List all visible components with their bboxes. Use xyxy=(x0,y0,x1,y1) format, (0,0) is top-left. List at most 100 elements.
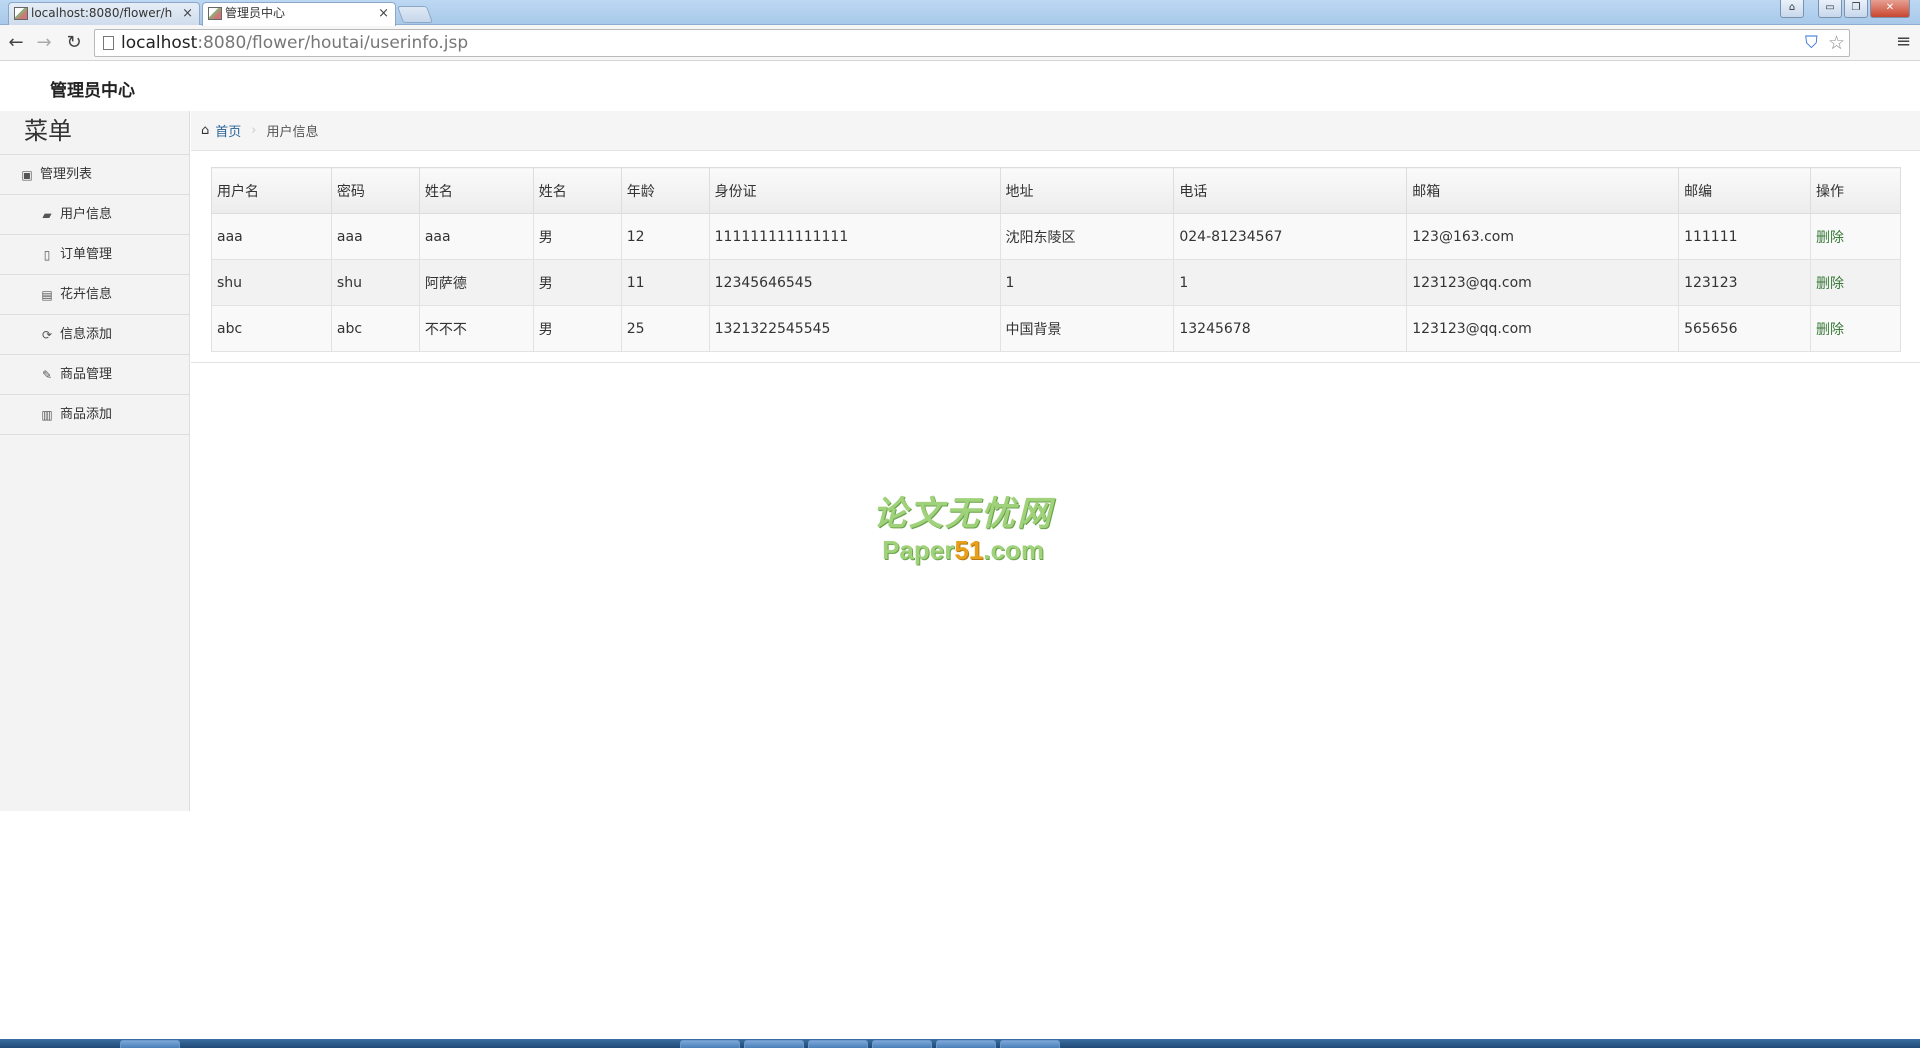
delete-link[interactable]: 删除 xyxy=(1816,230,1844,246)
column-header: 年龄 xyxy=(620,167,710,214)
file-icon: ▯ xyxy=(43,247,51,262)
sidebar: 菜单 ▣ 管理列表 ▰ 用户信息 ▯ 订单管理 ▤ 花卉信息 ⟳ 信息添加 ✎ … xyxy=(0,111,190,811)
table-cell: 阿萨德 xyxy=(418,259,534,306)
close-window-button[interactable]: ✕ xyxy=(1870,0,1910,18)
sidebar-item-order-manage[interactable]: ▯ 订单管理 xyxy=(0,235,189,275)
table-cell: 12 xyxy=(620,213,710,260)
trash-icon: ▥ xyxy=(41,407,53,422)
table-cell: shu xyxy=(211,259,332,306)
taskbar-item[interactable] xyxy=(120,1040,180,1048)
table-cell: 111111111111111 xyxy=(708,213,1001,260)
table-cell: aaa xyxy=(211,213,332,260)
user-profile-icon[interactable]: ⌂ xyxy=(1780,0,1804,18)
tab-title: localhost:8080/flower/h xyxy=(31,6,173,20)
breadcrumb-separator: › xyxy=(251,123,257,138)
sidebar-item-flower-info[interactable]: ▤ 花卉信息 xyxy=(0,275,189,315)
table-cell: 男 xyxy=(532,259,622,306)
table-cell: 123123 xyxy=(1678,259,1811,306)
back-arrow-icon[interactable]: ← xyxy=(4,31,28,55)
table-cell: 男 xyxy=(532,305,622,352)
page-content: 管理员中心 菜单 ▣ 管理列表 ▰ 用户信息 ▯ 订单管理 ▤ 花卉信息 ⟳ 信… xyxy=(0,62,1920,1039)
shield-icon[interactable]: ⛉ xyxy=(1805,33,1823,53)
breadcrumb-home-link[interactable]: 首页 xyxy=(215,121,241,140)
taskbar-item[interactable] xyxy=(744,1040,804,1048)
column-header: 用户名 xyxy=(211,167,332,214)
page-icon xyxy=(103,36,114,50)
user-table-container: 用户名 密码 姓名 姓名 年龄 身份证 地址 电话 邮箱 邮编 操作 aaa a… xyxy=(211,167,1901,352)
column-header: 操作 xyxy=(1810,167,1901,214)
sidebar-section-label: 管理列表 xyxy=(40,166,93,182)
table-cell: 1 xyxy=(1173,259,1408,306)
sidebar-item-label: 用户信息 xyxy=(60,206,113,222)
breadcrumb-current: 用户信息 xyxy=(266,125,319,140)
column-header: 姓名 xyxy=(418,167,534,214)
sidebar-section-manage-list[interactable]: ▣ 管理列表 xyxy=(0,155,189,195)
sidebar-item-info-add[interactable]: ⟳ 信息添加 xyxy=(0,315,189,355)
table-header-row: 用户名 密码 姓名 姓名 年龄 身份证 地址 电话 邮箱 邮编 操作 xyxy=(211,167,1901,214)
users-icon: ▰ xyxy=(42,207,52,222)
browser-menu-icon[interactable]: ≡ xyxy=(1896,33,1912,51)
document-icon: ▤ xyxy=(41,287,53,302)
restore-button[interactable]: ❐ xyxy=(1844,0,1868,18)
sidebar-item-goods-manage[interactable]: ✎ 商品管理 xyxy=(0,355,189,395)
table-cell: 25 xyxy=(620,305,710,352)
sidebar-title: 菜单 xyxy=(0,111,189,155)
watermark-logo: 论文无忧网 Paper51.com xyxy=(858,486,1068,566)
table-row: aaa aaa aaa 男 12 111111111111111 沈阳东陵区 0… xyxy=(211,213,1901,260)
column-header: 姓名 xyxy=(532,167,622,214)
page-favicon-icon xyxy=(14,7,28,20)
table-cell: 不不不 xyxy=(418,305,534,352)
table-cell: 沈阳东陵区 xyxy=(999,213,1175,260)
brand-title[interactable]: 管理员中心 xyxy=(50,76,135,101)
table-cell: 中国背景 xyxy=(999,305,1175,352)
table-row: shu shu 阿萨德 男 11 12345646545 1 1 123123@… xyxy=(211,259,1901,306)
table-cell: abc xyxy=(330,305,420,352)
column-header: 电话 xyxy=(1173,167,1408,214)
table-cell: aaa xyxy=(418,213,534,260)
taskbar-item[interactable] xyxy=(872,1040,932,1048)
sidebar-item-user-info[interactable]: ▰ 用户信息 xyxy=(0,195,189,235)
sidebar-item-label: 花卉信息 xyxy=(60,286,113,302)
table-cell: 11 xyxy=(620,259,710,306)
taskbar-item[interactable] xyxy=(680,1040,740,1048)
table-row: abc abc 不不不 男 25 1321322545545 中国背景 1324… xyxy=(211,305,1901,352)
address-bar[interactable]: localhost:8080/flower/houtai/userinfo.js… xyxy=(94,29,1850,57)
table-cell: 1 xyxy=(999,259,1175,306)
watermark-cn-text: 论文无忧网 xyxy=(873,494,1053,534)
reload-icon[interactable]: ↻ xyxy=(62,31,86,55)
bookmark-star-icon[interactable]: ☆ xyxy=(1828,32,1845,54)
table-cell: aaa xyxy=(330,213,420,260)
column-header: 密码 xyxy=(330,167,420,214)
taskbar-item[interactable] xyxy=(1000,1040,1060,1048)
window-controls: ⌂ ▭ ❐ ✕ xyxy=(1780,0,1910,18)
sidebar-item-label: 商品管理 xyxy=(60,366,113,382)
minimize-button[interactable]: ▭ xyxy=(1818,0,1842,18)
column-header: 邮编 xyxy=(1678,167,1811,214)
table-cell: 123123@qq.com xyxy=(1406,259,1680,306)
browser-toolbar: ← → ↻ localhost:8080/flower/houtai/useri… xyxy=(0,25,1920,61)
table-cell: 123123@qq.com xyxy=(1406,305,1680,352)
taskbar-item[interactable] xyxy=(808,1040,868,1048)
delete-link[interactable]: 删除 xyxy=(1816,276,1844,292)
column-header: 身份证 xyxy=(708,167,1001,214)
table-cell: 删除 xyxy=(1810,213,1901,260)
list-icon: ▣ xyxy=(21,167,33,182)
delete-link[interactable]: 删除 xyxy=(1816,322,1844,338)
url-text[interactable]: localhost:8080/flower/houtai/userinfo.js… xyxy=(121,33,468,53)
refresh-icon: ⟳ xyxy=(41,327,53,342)
browser-tab-1[interactable]: localhost:8080/flower/h × xyxy=(8,2,200,25)
new-tab-button[interactable] xyxy=(396,6,434,23)
sidebar-item-goods-add[interactable]: ▥ 商品添加 xyxy=(0,395,189,435)
home-icon[interactable]: ⌂ xyxy=(201,123,209,138)
user-info-table: 用户名 密码 姓名 姓名 年龄 身份证 地址 电话 邮箱 邮编 操作 aaa a… xyxy=(211,167,1901,352)
tab-close-icon[interactable]: × xyxy=(182,3,193,24)
browser-tab-2[interactable]: 管理员中心 × xyxy=(202,2,396,26)
taskbar-item[interactable] xyxy=(936,1040,996,1048)
tab-close-icon[interactable]: × xyxy=(378,3,389,24)
column-header: 邮箱 xyxy=(1406,167,1680,214)
sidebar-item-label: 商品添加 xyxy=(60,406,113,422)
watermark-en-text: Paper51.com xyxy=(882,535,1044,565)
table-cell: 男 xyxy=(532,213,622,260)
wrench-icon: ✎ xyxy=(41,367,53,382)
forward-arrow-icon[interactable]: → xyxy=(32,31,56,55)
